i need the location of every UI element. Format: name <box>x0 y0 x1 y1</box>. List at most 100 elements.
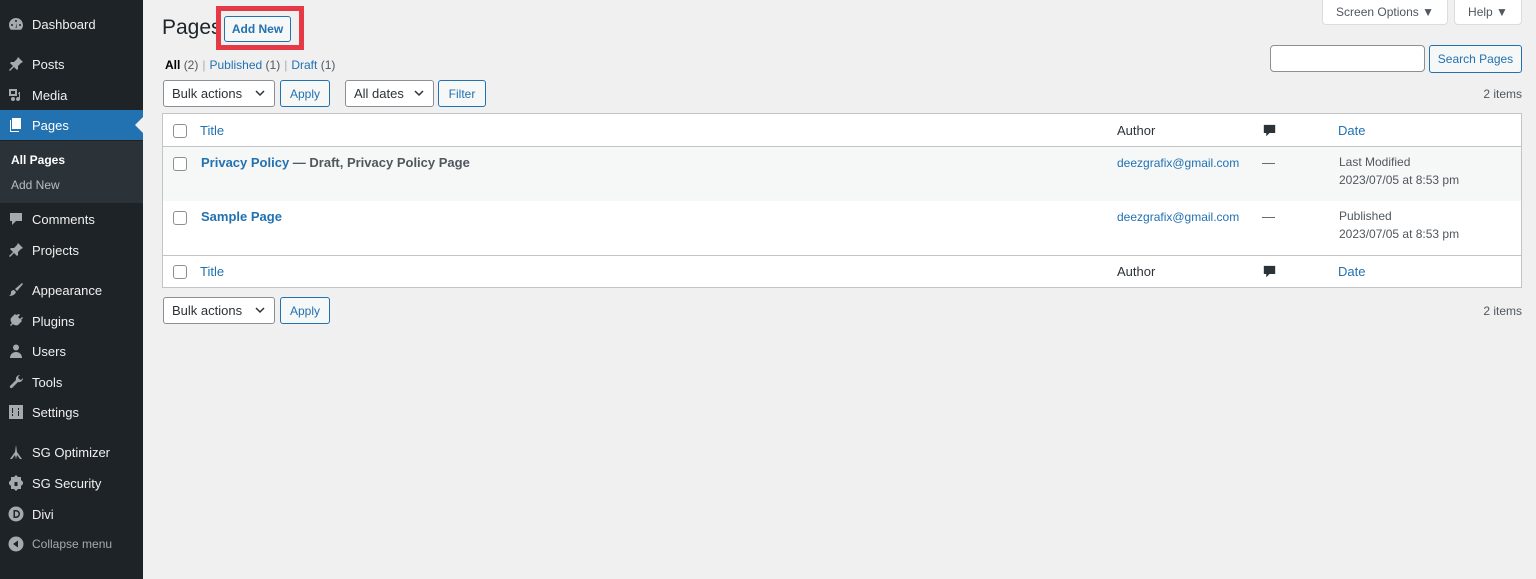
sidebar-item-tools[interactable]: Tools <box>0 367 143 397</box>
sidebar-label: Comments <box>32 211 95 227</box>
pin-icon <box>8 242 24 258</box>
comment-icon <box>8 211 24 227</box>
table-header-row: Title Author Date <box>163 114 1521 147</box>
search-pages-input[interactable] <box>1270 45 1425 72</box>
apply-button-bottom[interactable]: Apply <box>280 297 330 324</box>
sg-optimizer-icon <box>8 444 24 460</box>
brush-icon <box>8 282 24 298</box>
sidebar-item-settings[interactable]: Settings <box>0 397 143 427</box>
filter-all-label: All <box>165 58 181 72</box>
filter-draft-label: Draft <box>291 58 318 72</box>
row-checkbox[interactable] <box>173 211 187 225</box>
sidebar-label: Settings <box>32 404 79 420</box>
sidebar-item-plugins[interactable]: Plugins <box>0 306 143 336</box>
column-title-sort[interactable]: Title <box>200 123 224 138</box>
sidebar-item-divi[interactable]: Divi <box>0 499 143 529</box>
sidebar-item-appearance[interactable]: Appearance <box>0 275 143 305</box>
sidebar-label: Pages <box>32 117 69 133</box>
row-title-cell: Privacy Policy — Draft, Privacy Policy P… <box>201 155 470 170</box>
date-value: 2023/07/05 at 8:53 pm <box>1339 173 1460 187</box>
row-title-link[interactable]: Sample Page <box>201 209 282 224</box>
filter-published-count: (1) <box>265 58 281 72</box>
page-title: Pages <box>162 16 222 39</box>
filter-draft-count: (1) <box>320 58 336 72</box>
pin-icon <box>8 56 24 72</box>
filter-all-count: (2) <box>183 58 199 72</box>
sidebar-item-users[interactable]: Users <box>0 336 143 366</box>
row-title-cell: Sample Page <box>201 209 282 224</box>
author-link[interactable]: deezgrafix@gmail.com <box>1117 210 1239 224</box>
date-status: Last Modified <box>1339 155 1411 169</box>
table-row: Sample Page deezgrafix@gmail.com — Publi… <box>163 201 1521 255</box>
sidebar-item-media[interactable]: Media <box>0 80 143 110</box>
column-comments[interactable] <box>1263 265 1276 281</box>
select-all-checkbox-bottom[interactable] <box>173 265 187 279</box>
row-checkbox[interactable] <box>173 157 187 171</box>
filter-published-link[interactable]: Published (1) <box>209 58 280 72</box>
date-cell: Last Modified 2023/07/05 at 8:53 pm <box>1339 153 1459 189</box>
bulk-actions-value: Bulk actions <box>172 86 243 101</box>
author-link[interactable]: deezgrafix@gmail.com <box>1117 156 1239 170</box>
sidebar-item-pages[interactable]: Pages <box>0 110 143 140</box>
chevron-down-icon <box>414 90 424 97</box>
status-filter-links: All (2) | Published (1) | Draft (1) <box>165 58 335 72</box>
sidebar-label: Media <box>32 87 68 103</box>
date-cell: Published 2023/07/05 at 8:53 pm <box>1339 207 1459 243</box>
column-comments[interactable] <box>1263 124 1276 140</box>
filter-all-link[interactable]: All (2) <box>165 58 198 72</box>
sidebar-label: SG Optimizer <box>32 444 111 460</box>
screen-options-button[interactable]: Screen Options ▼ <box>1322 0 1448 25</box>
collapse-menu-button[interactable]: Collapse menu <box>0 529 143 559</box>
bulk-actions-value: Bulk actions <box>172 303 243 318</box>
sidebar-label: SG Security <box>32 475 102 491</box>
add-new-button[interactable]: Add New <box>224 16 291 42</box>
help-button[interactable]: Help ▼ <box>1454 0 1522 25</box>
filter-draft-link[interactable]: Draft (1) <box>291 58 335 72</box>
filter-published-label: Published <box>209 58 263 72</box>
pages-submenu: All Pages Add New <box>0 141 143 203</box>
sidebar-item-projects[interactable]: Projects <box>0 235 143 265</box>
dates-value: All dates <box>354 86 404 101</box>
column-date-sort[interactable]: Date <box>1338 123 1365 138</box>
comment-icon <box>1263 265 1276 278</box>
admin-sidebar: Dashboard Posts Media Pages All Pages Ad… <box>0 0 143 579</box>
plug-icon <box>8 313 24 329</box>
column-date-sort[interactable]: Date <box>1338 264 1365 279</box>
sidebar-label: Users <box>32 343 66 359</box>
sidebar-label: Tools <box>32 374 63 390</box>
column-author: Author <box>1117 123 1156 138</box>
comment-icon <box>1263 124 1276 137</box>
sidebar-label: Projects <box>32 242 79 258</box>
sidebar-item-posts[interactable]: Posts <box>0 49 143 79</box>
dashboard-icon <box>8 16 24 32</box>
apply-button-top[interactable]: Apply <box>280 80 330 107</box>
post-state: — Draft, Privacy Policy Page <box>289 155 470 170</box>
sidebar-item-comments[interactable]: Comments <box>0 204 143 234</box>
wrench-icon <box>8 374 24 390</box>
divi-icon <box>8 506 24 522</box>
sidebar-label: Divi <box>32 506 54 522</box>
items-count-top: 2 items <box>1483 87 1522 101</box>
media-icon <box>8 87 24 103</box>
row-title-link[interactable]: Privacy Policy <box>201 155 289 170</box>
sidebar-item-dashboard[interactable]: Dashboard <box>0 9 143 39</box>
bulk-actions-select-bottom[interactable]: Bulk actions <box>163 297 275 324</box>
sidebar-label: Posts <box>32 56 65 72</box>
sg-security-icon <box>8 475 24 491</box>
submenu-all-pages[interactable]: All Pages <box>11 153 65 167</box>
date-value: 2023/07/05 at 8:53 pm <box>1339 227 1460 241</box>
settings-icon <box>8 404 24 420</box>
separator: | <box>284 58 288 72</box>
filter-button[interactable]: Filter <box>438 80 486 107</box>
submenu-add-new[interactable]: Add New <box>11 178 60 192</box>
dates-filter-select[interactable]: All dates <box>345 80 434 107</box>
pages-icon <box>8 117 24 133</box>
column-title-sort[interactable]: Title <box>200 264 224 279</box>
sidebar-item-sg-optimizer[interactable]: SG Optimizer <box>0 437 143 467</box>
items-count-bottom: 2 items <box>1483 304 1522 318</box>
chevron-down-icon <box>255 307 265 314</box>
sidebar-item-sg-security[interactable]: SG Security <box>0 468 143 498</box>
bulk-actions-select-top[interactable]: Bulk actions <box>163 80 275 107</box>
select-all-checkbox[interactable] <box>173 124 187 138</box>
search-pages-button[interactable]: Search Pages <box>1429 45 1522 73</box>
